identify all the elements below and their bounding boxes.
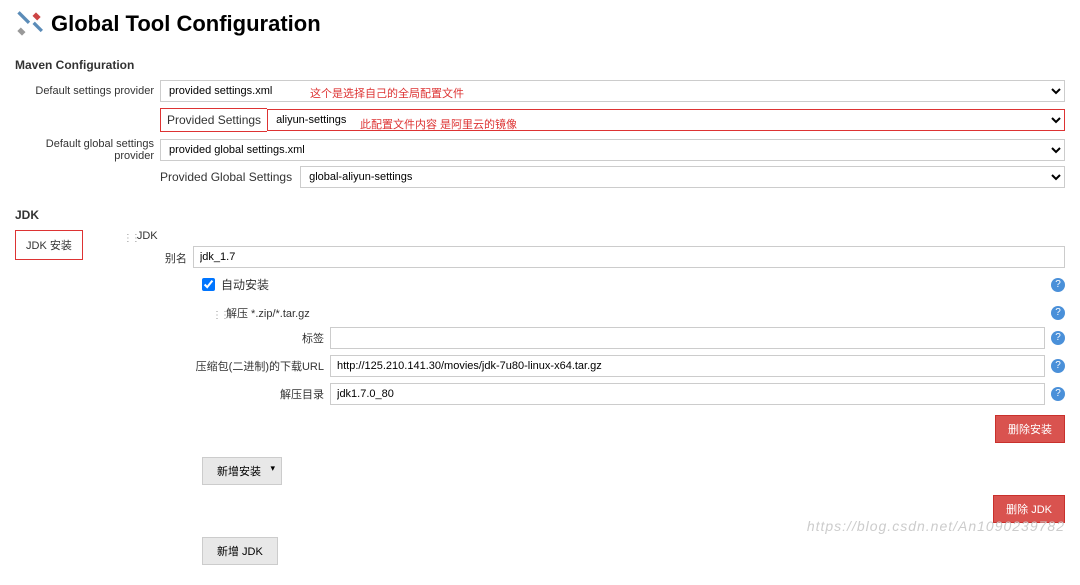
maven-section-title: Maven Configuration bbox=[15, 58, 1065, 72]
watermark: https://blog.csdn.net/An1090239782 bbox=[807, 518, 1065, 534]
tools-icon bbox=[15, 10, 43, 38]
help-icon[interactable]: ? bbox=[1051, 387, 1065, 401]
url-input[interactable] bbox=[330, 355, 1045, 377]
page-header: Global Tool Configuration bbox=[15, 10, 1065, 38]
jdk-section-title: JDK bbox=[15, 208, 1065, 222]
provided-settings-label: Provided Settings bbox=[160, 108, 267, 132]
help-icon[interactable]: ? bbox=[1051, 359, 1065, 373]
alias-input[interactable] bbox=[193, 246, 1065, 268]
jdk-install-label: JDK 安装 bbox=[15, 230, 83, 260]
annotation-2: 此配置文件内容 是阿里云的镜像 bbox=[360, 116, 517, 132]
auto-install-checkbox[interactable] bbox=[202, 278, 215, 291]
extract-label: 解压 *.zip/*.tar.gz bbox=[226, 305, 1045, 321]
add-install-button[interactable]: 新增安装 bbox=[202, 457, 282, 485]
auto-install-label: 自动安装 bbox=[221, 276, 1045, 293]
annotation-1: 这个是选择自己的全局配置文件 bbox=[310, 85, 464, 101]
add-jdk-button[interactable]: 新增 JDK bbox=[202, 537, 278, 565]
extract-dir-label: 解压目录 bbox=[15, 386, 330, 402]
jdk-block-title: JDK bbox=[137, 230, 158, 242]
provided-settings-row: Provided Settings aliyun-settings bbox=[15, 108, 1065, 132]
default-global-label: Default global settings provider bbox=[15, 138, 160, 162]
alias-label: 别名 bbox=[88, 246, 193, 266]
default-global-row: Default global settings provider provide… bbox=[15, 138, 1065, 162]
help-icon[interactable]: ? bbox=[1051, 278, 1065, 292]
extract-dir-input[interactable] bbox=[330, 383, 1045, 405]
tag-label: 标签 bbox=[15, 330, 330, 346]
default-settings-select[interactable]: provided settings.xml bbox=[160, 80, 1065, 102]
page-title: Global Tool Configuration bbox=[51, 11, 321, 37]
provided-global-label: Provided Global Settings bbox=[160, 170, 300, 184]
provided-global-select[interactable]: global-aliyun-settings bbox=[300, 166, 1065, 188]
default-settings-row: Default settings provider provided setti… bbox=[15, 80, 1065, 102]
drag-handle-icon[interactable] bbox=[212, 307, 222, 319]
help-icon[interactable]: ? bbox=[1051, 331, 1065, 345]
delete-install-button[interactable]: 删除安装 bbox=[995, 415, 1065, 443]
tag-input[interactable] bbox=[330, 327, 1045, 349]
default-global-select[interactable]: provided global settings.xml bbox=[160, 139, 1065, 161]
drag-handle-icon[interactable] bbox=[123, 230, 133, 242]
url-label: 压缩包(二进制)的下载URL bbox=[15, 358, 330, 374]
provided-global-row: Provided Global Settings global-aliyun-s… bbox=[15, 166, 1065, 188]
help-icon[interactable]: ? bbox=[1051, 306, 1065, 320]
default-settings-label: Default settings provider bbox=[15, 85, 160, 97]
